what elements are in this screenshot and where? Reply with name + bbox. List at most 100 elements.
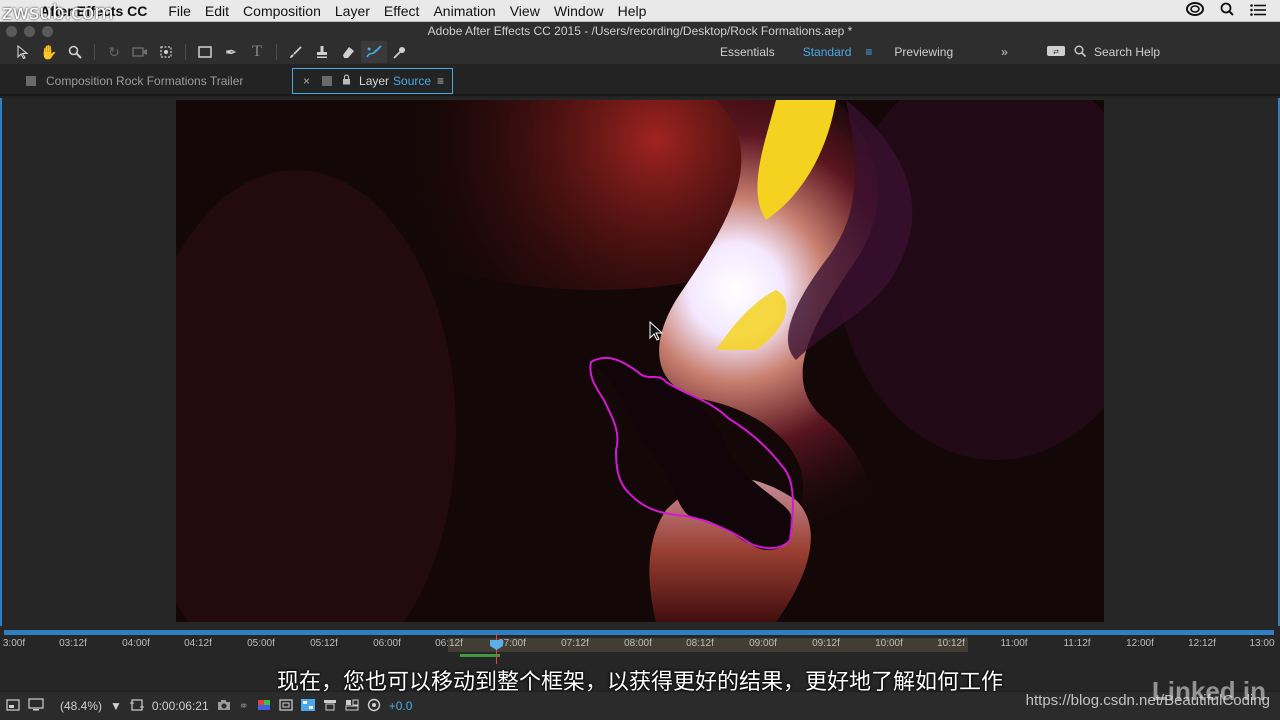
tab-composition-label: Composition Rock Formations Trailer (46, 74, 244, 88)
tick-label: 08:12f (686, 638, 714, 649)
watermark-url: https://blog.csdn.net/BeautifulCoding (1025, 692, 1270, 709)
propagation-cache-bar (460, 654, 500, 657)
current-time-display[interactable]: 0:00:06:21 (152, 699, 209, 713)
workspace-standard[interactable]: Standard (789, 45, 866, 59)
toolbar-divider (276, 44, 277, 60)
menu-animation[interactable]: Animation (433, 3, 495, 19)
tick-label: 3:00f (2, 638, 26, 649)
tick-label: 11:12f (1063, 638, 1091, 649)
menu-layer[interactable]: Layer (335, 3, 370, 19)
roto-brush-tool-icon[interactable] (361, 41, 387, 63)
color-channels-icon[interactable] (257, 699, 271, 714)
pan-behind-tool-icon[interactable] (153, 41, 179, 63)
layout-icon[interactable] (345, 699, 359, 714)
menubar: After Effects CC File Edit Composition L… (0, 0, 1280, 22)
monitor-icon[interactable] (28, 698, 44, 714)
panel-menu-icon[interactable]: ≡ (437, 74, 444, 88)
work-area-bar[interactable] (4, 630, 1274, 635)
reset-exposure-icon[interactable] (367, 698, 381, 715)
menu-composition[interactable]: Composition (243, 3, 321, 19)
minimize-window-icon[interactable] (24, 26, 35, 37)
workspace-switcher: Essentials Standard ≡ Previewing » (706, 40, 1008, 64)
close-tab-icon[interactable]: × (303, 74, 310, 88)
menu-edit[interactable]: Edit (205, 3, 229, 19)
window-title: Adobe After Effects CC 2015 - /Users/rec… (427, 24, 853, 38)
viewer-tab-strip: Composition Rock Formations Trailer × La… (0, 64, 1280, 96)
watermark-top: zwsub.com (2, 0, 114, 24)
spotlight-search-icon[interactable] (1220, 2, 1234, 19)
puppet-pin-tool-icon[interactable] (387, 41, 413, 63)
creative-cloud-icon[interactable] (1186, 2, 1204, 19)
rotation-tool-icon[interactable]: ↻ (101, 41, 127, 63)
canyon-image (176, 100, 1104, 622)
selection-tool-icon[interactable] (10, 41, 36, 63)
tick-label: 10:12f (937, 638, 965, 649)
menu-file[interactable]: File (168, 3, 191, 19)
tick-label: 05:00f (247, 638, 275, 649)
brush-tool-icon[interactable] (283, 41, 309, 63)
region-of-interest-icon[interactable] (129, 698, 144, 715)
tick-label: 09:12f (812, 638, 840, 649)
tab-layer-name: Source (393, 74, 432, 88)
toolbar-divider (94, 44, 95, 60)
hand-tool-icon[interactable]: ✋ (36, 41, 62, 63)
layer-icon (322, 76, 333, 86)
pen-tool-icon[interactable]: ✒ (218, 41, 244, 63)
close-window-icon[interactable] (6, 26, 17, 37)
workspace-overflow-icon[interactable]: » (1001, 45, 1008, 59)
window-titlebar: Adobe After Effects CC 2015 - /Users/rec… (0, 22, 1280, 40)
tab-composition[interactable]: Composition Rock Formations Trailer (26, 68, 243, 94)
notification-list-icon[interactable] (1250, 3, 1266, 19)
transparency-grid-icon[interactable] (300, 698, 315, 714)
zoom-tool-icon[interactable] (62, 41, 88, 63)
always-preview-icon[interactable] (6, 698, 20, 714)
menu-view[interactable]: View (510, 3, 540, 19)
lock-icon[interactable] (342, 74, 351, 88)
tick-label: 12:00f (1126, 638, 1154, 649)
workspace-essentials[interactable]: Essentials (706, 45, 789, 59)
tab-layer-prefix: Layer (359, 74, 390, 88)
tick-label: 13:00 (1249, 638, 1275, 649)
menu-help[interactable]: Help (618, 3, 647, 19)
tick-label: 04:00f (122, 638, 150, 649)
tick-label: 06:00f (373, 638, 401, 649)
type-tool-icon[interactable]: T (244, 41, 270, 63)
tick-label: 06:12f (435, 638, 463, 649)
camera-tool-icon[interactable] (127, 41, 153, 63)
rectangle-tool-icon[interactable] (192, 41, 218, 63)
tick-label: 10:00f (875, 638, 903, 649)
tick-label: 04:12f (184, 638, 212, 649)
clone-stamp-tool-icon[interactable] (309, 41, 335, 63)
tick-label: 09:00f (749, 638, 777, 649)
zoom-window-icon[interactable] (42, 26, 53, 37)
tab-layer[interactable]: × Layer Source ≡ (292, 68, 453, 94)
toolbar-divider (185, 44, 186, 60)
menu-effect[interactable]: Effect (384, 3, 420, 19)
svg-text:⇄: ⇄ (1053, 49, 1059, 56)
tick-label: 12:12f (1188, 638, 1216, 649)
tick-label: 03:12f (59, 638, 87, 649)
search-icon (1074, 45, 1087, 60)
tick-label: 05:12f (310, 638, 338, 649)
eraser-tool-icon[interactable] (335, 41, 361, 63)
search-help-input[interactable]: Search Help (1094, 45, 1160, 59)
menu-window[interactable]: Window (554, 3, 604, 19)
workspace-previewing[interactable]: Previewing (872, 45, 967, 59)
layer-footage-frame[interactable] (176, 100, 1104, 622)
tick-label: 07:12f (561, 638, 589, 649)
tick-label: 08:00f (624, 638, 652, 649)
zoom-level[interactable]: (48.4%) (60, 699, 102, 713)
time-ruler[interactable]: 3:00f 03:12f 04:00f 04:12f 05:00f 05:12f… (0, 638, 1280, 652)
sync-settings-icon[interactable]: ⇄ (1046, 45, 1066, 60)
show-snapshot-icon[interactable]: ⚭ (239, 699, 249, 713)
tick-label: 11:00f (1000, 638, 1028, 649)
workspace-menu-icon[interactable]: ≡ (865, 45, 872, 59)
chevron-down-icon[interactable]: ▼ (110, 699, 122, 713)
exposure-value[interactable]: +0.0 (389, 699, 413, 713)
alpha-boundary-icon[interactable] (279, 698, 293, 714)
snapshot-icon[interactable] (217, 699, 231, 714)
search-help-area: ⇄ Search Help (1046, 40, 1160, 64)
tools-panel: ✋ ↻ ✒ T Essentials Standard ≡ Previewing… (0, 40, 1280, 64)
3d-view-icon[interactable] (323, 699, 337, 714)
composition-icon (26, 76, 36, 86)
